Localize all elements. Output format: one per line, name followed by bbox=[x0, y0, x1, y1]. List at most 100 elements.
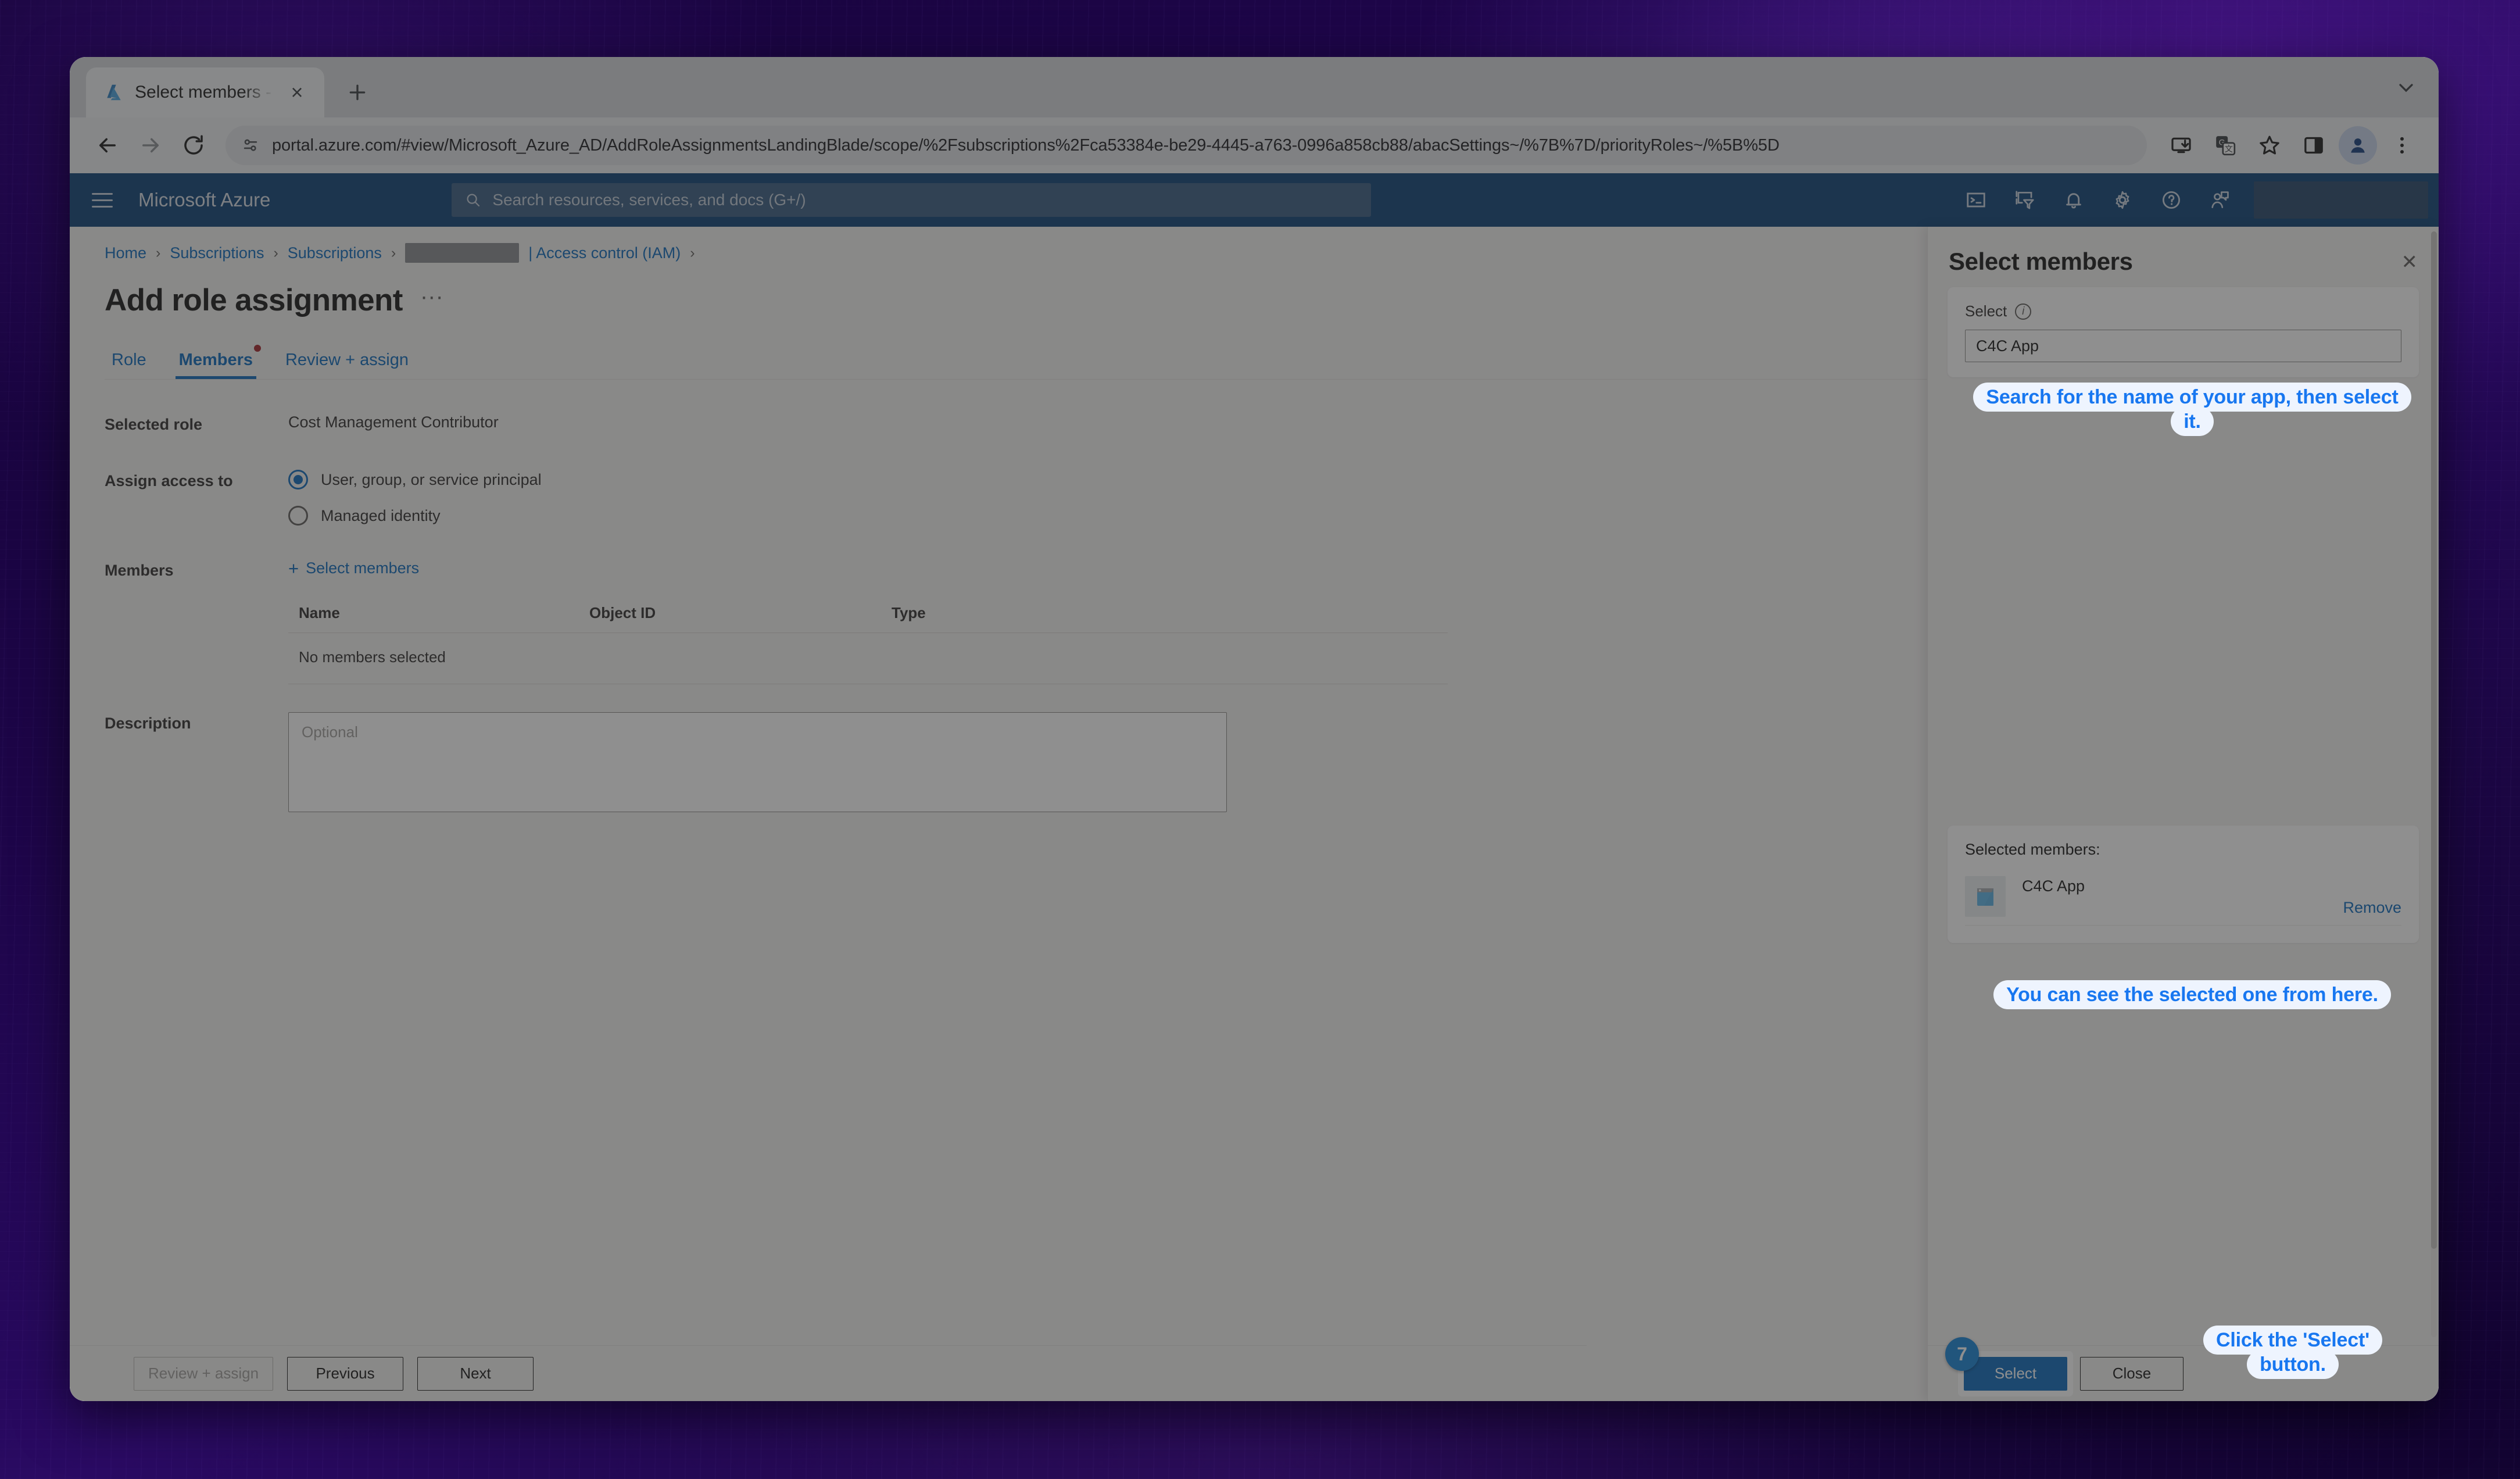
select-members-link[interactable]: + Select members bbox=[288, 559, 419, 577]
tab-role[interactable]: Role bbox=[105, 351, 163, 379]
required-indicator-icon bbox=[253, 345, 261, 352]
bookmark-star-icon[interactable] bbox=[2250, 126, 2289, 165]
select-search-input-value: C4C App bbox=[1976, 337, 2039, 355]
tab-review-assign[interactable]: Review + assign bbox=[269, 351, 425, 379]
remove-member-link[interactable]: Remove bbox=[2343, 899, 2401, 917]
radio-option-user-group-service-principal[interactable]: User, group, or service principal bbox=[288, 470, 542, 490]
more-actions-icon[interactable]: ··· bbox=[420, 285, 443, 310]
address-bar-url: portal.azure.com/#view/Microsoft_Azure_A… bbox=[272, 135, 1780, 155]
annotation-search-callout: Search for the name of your app, then se… bbox=[1971, 383, 2413, 437]
profile-icon[interactable] bbox=[2339, 126, 2377, 165]
browser-toolbar: portal.azure.com/#view/Microsoft_Azure_A… bbox=[70, 117, 2439, 173]
selected-member-name: C4C App bbox=[2022, 877, 2085, 895]
back-icon[interactable] bbox=[88, 126, 127, 165]
select-search-input[interactable]: C4C App bbox=[1965, 330, 2401, 362]
translate-icon[interactable]: G 文 bbox=[2206, 126, 2245, 165]
breadcrumb-item-access-control[interactable]: | Access control (IAM) bbox=[528, 244, 681, 262]
radio-label-user-group: User, group, or service principal bbox=[321, 470, 542, 488]
close-button[interactable]: Close bbox=[2080, 1356, 2183, 1391]
svg-text:文: 文 bbox=[2225, 145, 2233, 154]
annotation-selected-callout-text: You can see the selected one from here. bbox=[1993, 980, 2391, 1009]
breadcrumb-redacted-subscription bbox=[405, 243, 520, 263]
browser-tab[interactable]: Select members - Microsoft A × bbox=[86, 67, 324, 117]
description-textarea[interactable]: Optional bbox=[288, 712, 1227, 812]
annotation-search-callout-text: Search for the name of your app, then se… bbox=[1973, 383, 2411, 437]
install-app-icon[interactable] bbox=[2162, 126, 2200, 165]
close-icon[interactable]: × bbox=[285, 80, 309, 105]
cloud-shell-icon[interactable] bbox=[1952, 180, 2000, 220]
reload-icon[interactable] bbox=[174, 126, 213, 165]
flyout-scrollbar[interactable] bbox=[2431, 231, 2437, 1337]
azure-header-icons bbox=[1952, 180, 2428, 220]
radio-icon-unchecked[interactable] bbox=[288, 506, 308, 526]
plus-icon: + bbox=[288, 558, 299, 578]
review-assign-button[interactable]: Review + assign bbox=[134, 1356, 274, 1391]
radio-icon-checked[interactable] bbox=[288, 470, 308, 490]
column-header-type: Type bbox=[892, 604, 926, 621]
toolbar-right-icons: G 文 bbox=[2162, 126, 2421, 165]
side-panel-icon[interactable] bbox=[2295, 126, 2333, 165]
wizard-command-bar: Review + assign Previous Next bbox=[70, 1345, 1587, 1401]
chevron-down-icon[interactable] bbox=[2394, 76, 2418, 102]
site-settings-icon[interactable] bbox=[241, 135, 260, 155]
azure-top-bar: Microsoft Azure Search resources, servic… bbox=[70, 173, 2439, 227]
breadcrumb-separator: › bbox=[391, 244, 396, 261]
notifications-bell-icon[interactable] bbox=[2049, 180, 2098, 220]
next-button-label: Next bbox=[460, 1364, 491, 1382]
settings-gear-icon[interactable] bbox=[2098, 180, 2147, 220]
column-header-name: Name bbox=[299, 604, 340, 621]
review-assign-button-label: Review + assign bbox=[148, 1364, 259, 1382]
select-button-label: Select bbox=[1994, 1364, 2037, 1382]
annotation-select-button-callout: Click the 'Select' button. bbox=[2185, 1326, 2400, 1380]
azure-search-placeholder: Search resources, services, and docs (G+… bbox=[492, 191, 806, 209]
selected-role-label: Selected role bbox=[105, 416, 203, 433]
tab-members[interactable]: Members bbox=[163, 345, 269, 379]
assign-access-label: Assign access to bbox=[105, 472, 233, 490]
previous-button[interactable]: Previous bbox=[287, 1356, 404, 1391]
tab-members-label: Members bbox=[178, 351, 253, 369]
previous-button-label: Previous bbox=[316, 1364, 375, 1382]
directory-filter-icon[interactable] bbox=[2000, 180, 2049, 220]
step-badge: 7 bbox=[1945, 1337, 1979, 1371]
breadcrumb-separator: › bbox=[273, 244, 278, 261]
breadcrumb-item-home[interactable]: Home bbox=[105, 244, 146, 262]
forward-icon[interactable] bbox=[131, 126, 170, 165]
close-button-label: Close bbox=[2112, 1364, 2152, 1382]
select-button[interactable]: Select bbox=[1964, 1356, 2067, 1391]
page-viewport: Microsoft Azure Search resources, servic… bbox=[70, 173, 2439, 1401]
help-question-icon[interactable] bbox=[2147, 180, 2196, 220]
breadcrumb-separator: › bbox=[690, 244, 695, 261]
selected-members-card: Selected members: C4C App Remove bbox=[1948, 826, 2419, 943]
browser-window: Select members - Microsoft A × bbox=[70, 57, 2439, 1401]
browser-tabstrip: Select members - Microsoft A × bbox=[70, 57, 2439, 117]
hamburger-menu-icon[interactable] bbox=[86, 184, 119, 216]
next-button[interactable]: Next bbox=[417, 1356, 534, 1391]
azure-logo-icon bbox=[103, 82, 124, 103]
select-field-label-row: Select i bbox=[1965, 302, 2401, 320]
close-icon[interactable]: ✕ bbox=[2401, 248, 2418, 272]
info-icon[interactable]: i bbox=[2015, 303, 2032, 320]
page-title: Add role assignment bbox=[105, 283, 403, 317]
feedback-icon[interactable] bbox=[2196, 180, 2245, 220]
breadcrumb-item-subscriptions-2[interactable]: Subscriptions bbox=[288, 244, 382, 262]
breadcrumb-item-subscriptions[interactable]: Subscriptions bbox=[170, 244, 264, 262]
flyout-header: Select members ✕ bbox=[1928, 227, 2439, 276]
new-tab-button[interactable] bbox=[339, 74, 375, 110]
radio-label-managed-identity: Managed identity bbox=[321, 506, 441, 524]
members-table-header: Name Object ID Type bbox=[288, 604, 1448, 633]
select-members-link-label: Select members bbox=[306, 559, 420, 577]
azure-global-search[interactable]: Search resources, services, and docs (G+… bbox=[452, 183, 1372, 217]
annotation-selected-callout: You can see the selected one from here. bbox=[1966, 980, 2419, 1009]
azure-brand[interactable]: Microsoft Azure bbox=[138, 189, 270, 211]
radio-option-managed-identity[interactable]: Managed identity bbox=[288, 506, 542, 526]
address-bar[interactable]: portal.azure.com/#view/Microsoft_Azure_A… bbox=[225, 126, 2147, 165]
account-chip[interactable] bbox=[2254, 181, 2428, 219]
members-label: Members bbox=[105, 562, 174, 579]
tab-role-label: Role bbox=[112, 351, 146, 369]
select-field-label: Select bbox=[1965, 302, 2007, 320]
chrome-menu-icon[interactable] bbox=[2383, 126, 2421, 165]
select-search-card: Select i C4C App bbox=[1948, 287, 2419, 377]
selected-members-label: Selected members: bbox=[1965, 841, 2100, 858]
selected-member-row: C4C App Remove bbox=[1965, 876, 2401, 926]
assign-access-radio-group: User, group, or service principal Manage… bbox=[288, 470, 542, 526]
